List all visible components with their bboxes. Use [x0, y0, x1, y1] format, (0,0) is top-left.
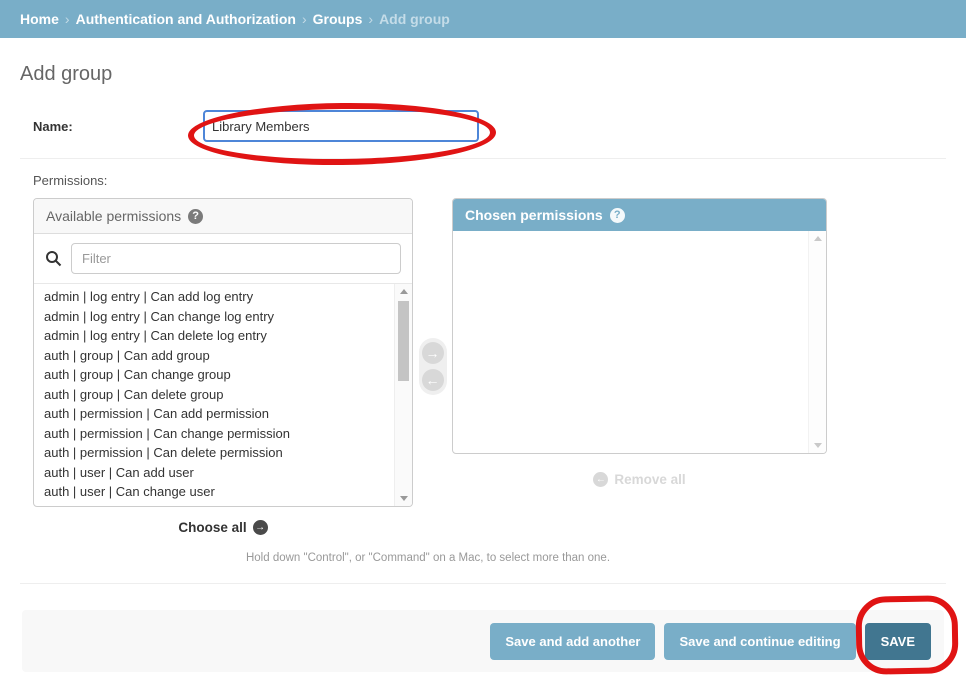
- available-permissions-list[interactable]: admin | log entry | Can add log entry ad…: [34, 284, 412, 506]
- add-selected-button[interactable]: →: [422, 342, 444, 364]
- permission-option[interactable]: auth | user | Can add user: [34, 463, 394, 483]
- scroll-down-icon[interactable]: [814, 443, 822, 448]
- breadcrumb-separator: ›: [65, 11, 70, 27]
- help-icon[interactable]: ?: [610, 208, 625, 223]
- permissions-selector: Available permissions ? admin | log entr…: [33, 198, 946, 535]
- permission-option[interactable]: auth | permission | Can add permission: [34, 404, 394, 424]
- available-permissions-box: Available permissions ? admin | log entr…: [33, 198, 413, 507]
- breadcrumb-auth-app[interactable]: Authentication and Authorization: [76, 11, 296, 27]
- chosen-permissions-title: Chosen permissions: [465, 207, 603, 223]
- available-permissions-title: Available permissions: [46, 208, 181, 224]
- help-icon[interactable]: ?: [188, 209, 203, 224]
- save-and-continue-editing-button[interactable]: Save and continue editing: [664, 623, 855, 660]
- breadcrumb: Home › Authentication and Authorization …: [0, 0, 966, 38]
- remove-selected-button[interactable]: ←: [422, 369, 444, 391]
- save-and-add-another-button[interactable]: Save and add another: [490, 623, 655, 660]
- breadcrumb-current-page: Add group: [379, 11, 450, 27]
- name-label: Name:: [33, 119, 203, 134]
- section-divider: [20, 583, 946, 584]
- permission-option[interactable]: auth | user | Can change user: [34, 482, 394, 502]
- scroll-down-icon[interactable]: [400, 496, 408, 501]
- permissions-section: Permissions: Available permissions ?: [20, 173, 946, 564]
- scroll-thumb[interactable]: [398, 301, 409, 381]
- submit-row: Save and add another Save and continue e…: [22, 610, 944, 672]
- name-form-row: Name:: [20, 104, 946, 159]
- filter-row: [34, 234, 412, 284]
- arrow-left-icon: ←: [593, 472, 608, 487]
- breadcrumb-separator: ›: [302, 11, 307, 27]
- save-button[interactable]: SAVE: [865, 623, 931, 660]
- choose-all-link[interactable]: Choose all →: [33, 520, 413, 535]
- chosen-permissions-box: Chosen permissions ?: [452, 198, 827, 454]
- available-permissions-header: Available permissions ?: [34, 199, 412, 234]
- chosen-permissions-list[interactable]: [453, 231, 826, 453]
- available-column: Available permissions ? admin | log entr…: [33, 198, 413, 535]
- permissions-help-text: Hold down "Control", or "Command" on a M…: [33, 552, 823, 564]
- available-list-scrollbar[interactable]: [394, 284, 412, 506]
- permission-option[interactable]: admin | log entry | Can change log entry: [34, 307, 394, 327]
- chosen-column: Chosen permissions ? ← Remove all: [452, 198, 827, 487]
- search-icon: [45, 250, 62, 267]
- breadcrumb-separator: ›: [368, 11, 373, 27]
- name-input[interactable]: [203, 110, 479, 142]
- permission-option[interactable]: auth | permission | Can change permissio…: [34, 424, 394, 444]
- permission-option[interactable]: admin | log entry | Can add log entry: [34, 287, 394, 307]
- permission-option[interactable]: admin | log entry | Can delete log entry: [34, 326, 394, 346]
- chosen-list-scrollbar[interactable]: [808, 231, 826, 453]
- permission-option[interactable]: auth | group | Can add group: [34, 346, 394, 366]
- scroll-up-icon[interactable]: [814, 236, 822, 241]
- arrow-right-icon: →: [253, 520, 268, 535]
- filter-input[interactable]: [71, 243, 401, 274]
- scroll-up-icon[interactable]: [400, 289, 408, 294]
- permission-option[interactable]: auth | group | Can change group: [34, 365, 394, 385]
- choose-all-label: Choose all: [178, 520, 246, 535]
- breadcrumb-groups[interactable]: Groups: [313, 11, 363, 27]
- remove-all-link[interactable]: ← Remove all: [452, 472, 827, 487]
- transfer-arrow-pill: → ←: [419, 338, 447, 395]
- remove-all-label: Remove all: [614, 472, 685, 487]
- permission-option[interactable]: auth | user | Can delete user: [34, 502, 394, 507]
- permissions-label: Permissions:: [33, 173, 946, 188]
- permission-option[interactable]: auth | permission | Can delete permissio…: [34, 443, 394, 463]
- breadcrumb-home[interactable]: Home: [20, 11, 59, 27]
- permission-option[interactable]: auth | group | Can delete group: [34, 385, 394, 405]
- transfer-controls: → ←: [413, 198, 452, 535]
- chosen-permissions-header: Chosen permissions ?: [453, 199, 826, 231]
- page-title: Add group: [20, 63, 946, 86]
